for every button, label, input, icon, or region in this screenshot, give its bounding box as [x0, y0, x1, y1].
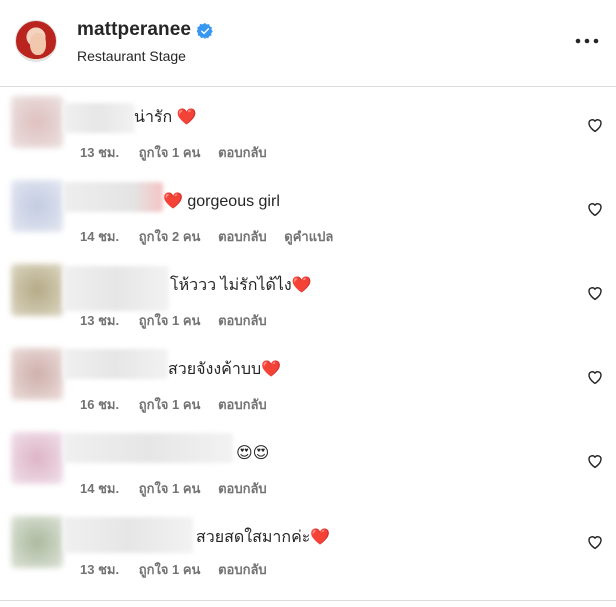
comment-time[interactable]: 13 ชม.	[80, 313, 119, 328]
reply-button[interactable]: ตอบกลับ	[218, 313, 267, 328]
comment-meta: 13 ชม. ถูกใจ 1 คน ตอบกลับ	[80, 559, 281, 580]
translate-button[interactable]: ดูคำแปล	[284, 229, 333, 244]
likes-count[interactable]: ถูกใจ 1 คน	[139, 397, 201, 412]
like-heart-icon[interactable]	[586, 200, 604, 218]
comment-time[interactable]: 13 ชม.	[80, 562, 119, 577]
comment-text: สวยสดใสมากค่ะ❤️	[196, 529, 331, 546]
comment-item: ❤️ gorgeous girl 14 ชม. ถูกใจ 2 คน ตอบกล…	[0, 171, 616, 254]
verified-badge-icon	[197, 23, 213, 39]
comment-time[interactable]: 13 ชม.	[80, 145, 119, 160]
comment-time[interactable]: 16 ชม.	[80, 397, 119, 412]
like-heart-icon[interactable]	[586, 116, 604, 134]
blurred-username[interactable]	[63, 182, 163, 212]
comment-item: โห้ววว ไม่รักได้ไง❤️ 13 ชม. ถูกใจ 1 คน ต…	[0, 255, 616, 338]
likes-count[interactable]: ถูกใจ 1 คน	[139, 481, 201, 496]
reply-button[interactable]: ตอบกลับ	[218, 229, 267, 244]
comment-meta: 16 ชม. ถูกใจ 1 คน ตอบกลับ	[80, 394, 281, 415]
comment-text: 😍😍	[236, 445, 270, 462]
like-heart-icon[interactable]	[586, 452, 604, 470]
comment-item: 😍😍 14 ชม. ถูกใจ 1 คน ตอบกลับ	[0, 423, 616, 506]
bottom-divider	[0, 600, 616, 601]
commenter-avatar[interactable]	[11, 96, 63, 148]
username-link[interactable]: mattperanee	[77, 19, 191, 41]
likes-count[interactable]: ถูกใจ 1 คน	[139, 562, 201, 577]
comment-item: สวยจังงค้าบบ❤️ 16 ชม. ถูกใจ 1 คน ตอบกลับ	[0, 339, 616, 422]
comment-meta: 13 ชม. ถูกใจ 1 คน ตอบกลับ	[80, 142, 281, 163]
blurred-username[interactable]	[63, 517, 193, 553]
blurred-username[interactable]	[63, 349, 168, 379]
likes-count[interactable]: ถูกใจ 1 คน	[139, 145, 201, 160]
commenter-avatar[interactable]	[11, 516, 63, 568]
comment-text: โห้ววว ไม่รักได้ไง❤️	[170, 277, 312, 294]
blurred-username[interactable]	[63, 433, 233, 463]
comment-text: สวยจังงค้าบบ❤️	[168, 361, 282, 378]
commenter-avatar[interactable]	[11, 180, 63, 232]
location-label[interactable]: Restaurant Stage	[77, 48, 186, 64]
comment-item: สวยสดใสมากค่ะ❤️ 13 ชม. ถูกใจ 1 คน ตอบกลั…	[0, 507, 616, 590]
comment-meta: 13 ชม. ถูกใจ 1 คน ตอบกลับ	[80, 310, 281, 331]
likes-count[interactable]: ถูกใจ 2 คน	[139, 229, 201, 244]
comment-text: ❤️ gorgeous girl	[163, 193, 280, 210]
blurred-username[interactable]	[63, 103, 135, 133]
commenter-avatar[interactable]	[11, 432, 63, 484]
like-heart-icon[interactable]	[586, 533, 604, 551]
post-header: mattperanee Restaurant Stage	[0, 0, 616, 87]
comment-item: น่ารัก ❤️ 13 ชม. ถูกใจ 1 คน ตอบกลับ	[0, 87, 616, 170]
comment-time[interactable]: 14 ชม.	[80, 229, 119, 244]
reply-button[interactable]: ตอบกลับ	[218, 562, 267, 577]
reply-button[interactable]: ตอบกลับ	[218, 481, 267, 496]
comment-meta: 14 ชม. ถูกใจ 2 คน ตอบกลับ ดูคำแปล	[80, 226, 347, 247]
like-heart-icon[interactable]	[586, 284, 604, 302]
blurred-username[interactable]	[63, 266, 169, 311]
more-horizontal-icon	[575, 38, 599, 44]
comment-text: น่ารัก ❤️	[134, 109, 197, 126]
comment-time[interactable]: 14 ชม.	[80, 481, 119, 496]
more-options-button[interactable]	[574, 28, 600, 54]
comment-meta: 14 ชม. ถูกใจ 1 คน ตอบกลับ	[80, 478, 281, 499]
profile-avatar[interactable]	[15, 20, 57, 62]
like-heart-icon[interactable]	[586, 368, 604, 386]
likes-count[interactable]: ถูกใจ 1 คน	[139, 313, 201, 328]
reply-button[interactable]: ตอบกลับ	[218, 145, 267, 160]
commenter-avatar[interactable]	[11, 264, 63, 316]
commenter-avatar[interactable]	[11, 348, 63, 400]
reply-button[interactable]: ตอบกลับ	[218, 397, 267, 412]
